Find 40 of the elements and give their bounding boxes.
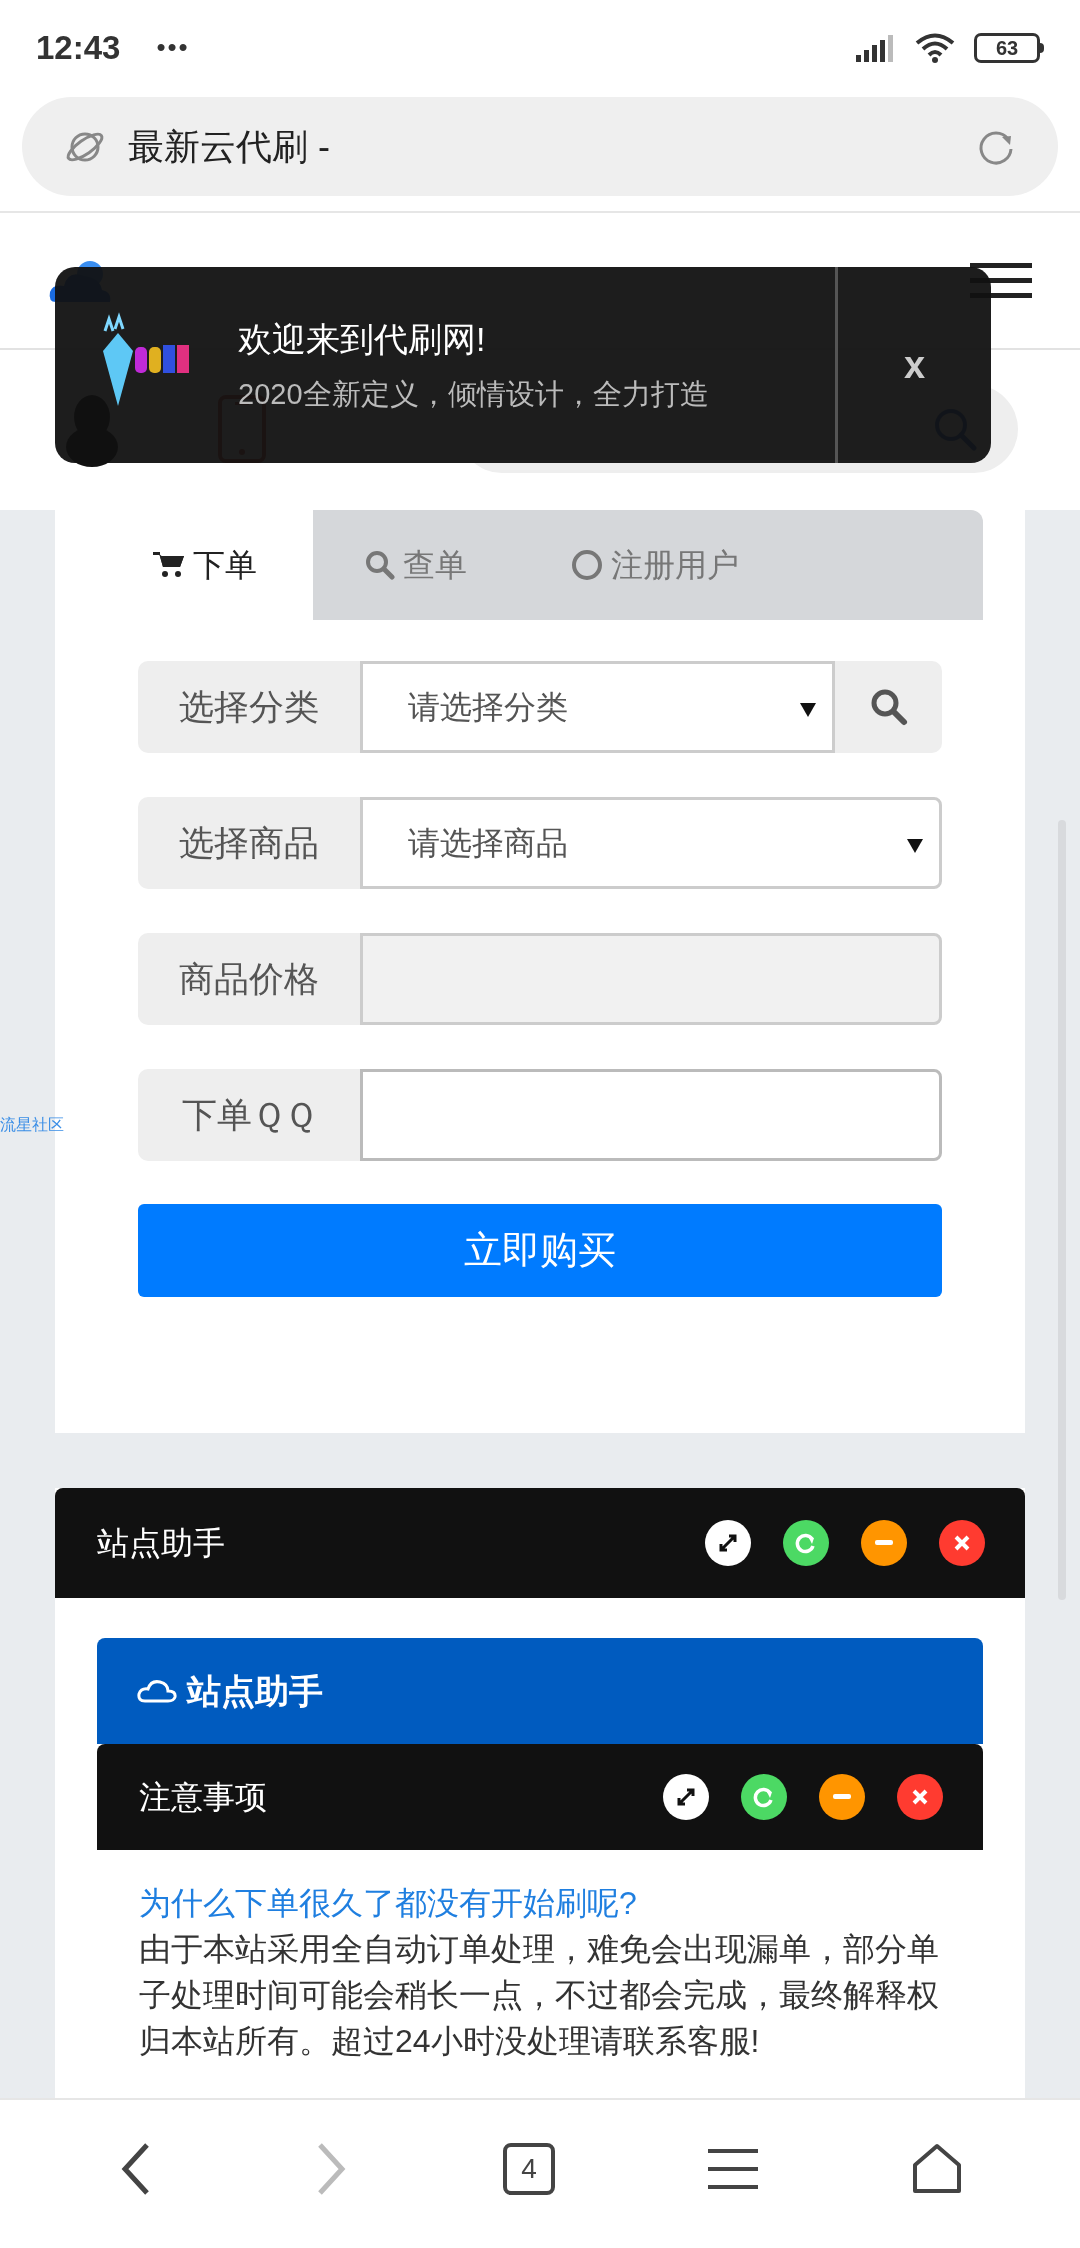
close-icon[interactable] bbox=[939, 1520, 985, 1566]
product-select[interactable]: 请选择商品 bbox=[360, 797, 942, 889]
faq-question: 为什么下单很久了都没有开始刷呢? bbox=[139, 1884, 638, 1923]
expand-icon[interactable] bbox=[705, 1520, 751, 1566]
menu-icon[interactable] bbox=[708, 2147, 759, 2191]
tab[interactable]: 下单 bbox=[97, 510, 313, 620]
home-icon[interactable] bbox=[911, 2143, 964, 2195]
sub-panel-title: 注意事项 bbox=[139, 1778, 267, 1817]
faq-answer: 由于本站采用全自动订单处理，难免会出现漏单，部分单子处理时间可能会稍长一点，不过都会完成，最终解释权归本站所有。超过24小时没处理请联系客服! bbox=[139, 1930, 940, 2061]
banner-title: 站点助手 bbox=[187, 1670, 323, 1712]
refresh-icon[interactable] bbox=[783, 1520, 829, 1566]
buy-button[interactable]: 立即购买 bbox=[138, 1204, 942, 1297]
toast-title: 欢迎来到代刷网! bbox=[238, 318, 487, 360]
cart-icon bbox=[153, 551, 185, 579]
field-label: 选择商品 bbox=[138, 797, 360, 889]
wifi-icon bbox=[914, 31, 956, 64]
refresh-icon[interactable] bbox=[741, 1774, 787, 1820]
toast-close-button[interactable]: x bbox=[838, 267, 991, 463]
notification-dots: ••• bbox=[156, 31, 190, 64]
tabs-button[interactable]: 4 bbox=[502, 2143, 555, 2195]
field-label: 选择分类 bbox=[138, 661, 360, 753]
category-select[interactable]: 请选择分类 bbox=[360, 661, 835, 753]
address-bar[interactable]: 最新云代刷 - bbox=[22, 97, 1058, 196]
qq-input-field[interactable] bbox=[360, 1069, 942, 1161]
ring-icon bbox=[571, 549, 603, 581]
page-title: 最新云代刷 - bbox=[128, 124, 331, 169]
battery-indicator: 63 bbox=[974, 32, 1040, 63]
expand-icon[interactable] bbox=[663, 1774, 709, 1820]
cloud-icon bbox=[137, 1677, 177, 1705]
search-button[interactable] bbox=[835, 661, 942, 753]
minimize-icon[interactable] bbox=[861, 1520, 907, 1566]
search-icon bbox=[365, 550, 395, 580]
minimize-icon[interactable] bbox=[819, 1774, 865, 1820]
field-label: 商品价格 bbox=[138, 933, 360, 1025]
close-icon[interactable] bbox=[897, 1774, 943, 1820]
status-time: 12:43 bbox=[36, 27, 121, 68]
toast-message: 2020全新定义，倾情设计，全力打造 bbox=[238, 376, 710, 412]
field-label: 下单ＱＱ bbox=[138, 1069, 360, 1161]
panel-title: 站点助手 bbox=[97, 1524, 225, 1563]
signal-icon bbox=[856, 32, 896, 63]
